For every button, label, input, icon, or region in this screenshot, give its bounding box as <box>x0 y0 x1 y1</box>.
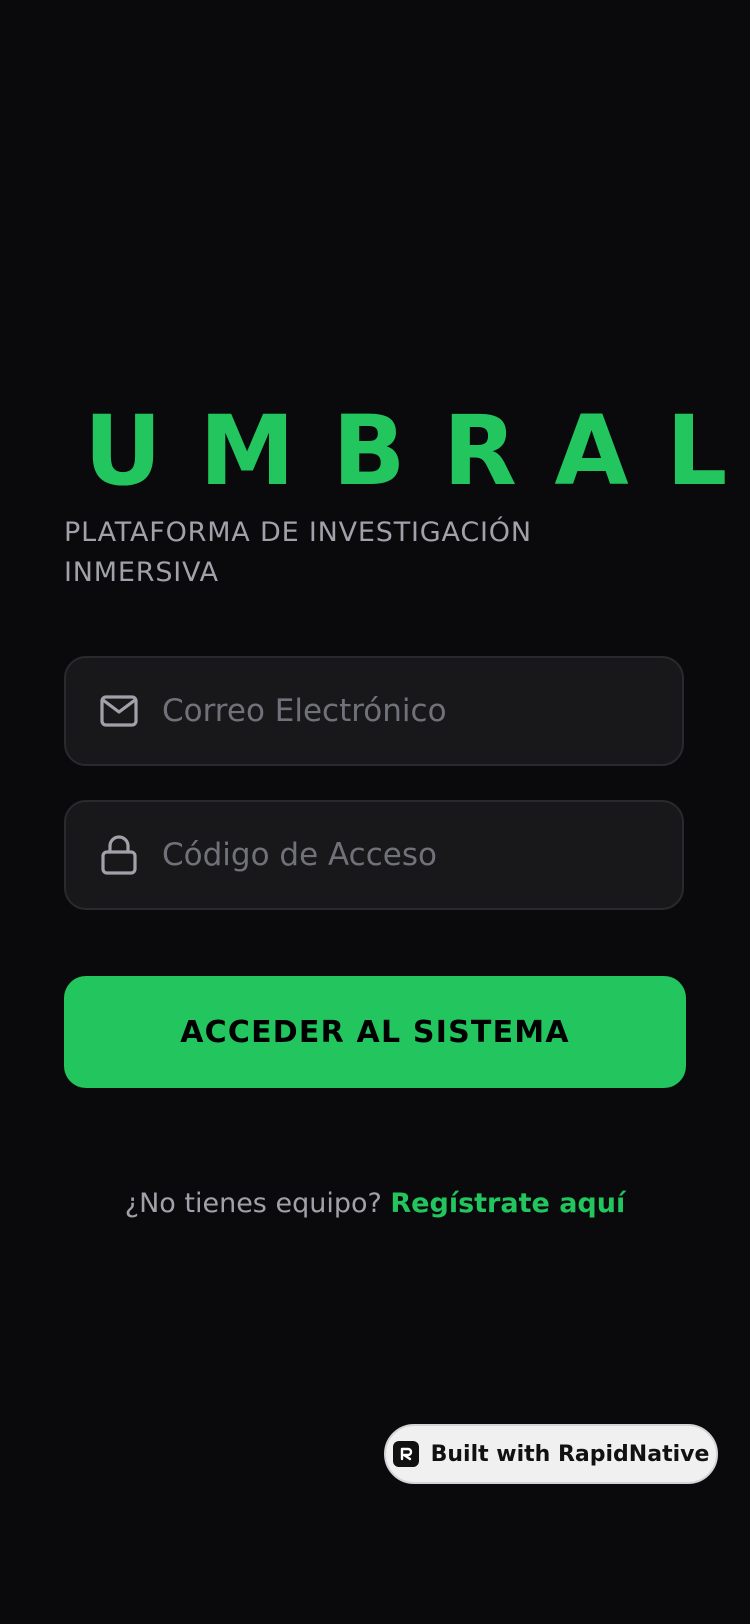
lock-icon <box>99 835 139 875</box>
access-code-field-container[interactable] <box>64 800 684 910</box>
email-field[interactable] <box>162 658 682 764</box>
email-field-container[interactable] <box>64 656 684 766</box>
access-system-button[interactable]: ACCEDER AL SISTEMA <box>64 976 686 1088</box>
register-prompt-text: ¿No tienes equipo? <box>124 1188 391 1219</box>
built-with-label: Built with RapidNative <box>430 1441 710 1467</box>
register-prompt: ¿No tienes equipo? Regístrate aquí <box>0 1184 750 1224</box>
access-code-field[interactable] <box>162 802 682 908</box>
mail-icon <box>99 691 139 731</box>
login-screen: UMBRAL PLATAFORMA DE INVESTIGACIÓN INMER… <box>0 0 750 1624</box>
app-title: UMBRAL <box>84 395 750 507</box>
register-link[interactable]: Regístrate aquí <box>390 1188 625 1219</box>
rapidnative-logo-icon <box>392 1441 419 1467</box>
built-with-badge[interactable]: Built with RapidNative <box>384 1424 718 1484</box>
app-subtitle: PLATAFORMA DE INVESTIGACIÓN INMERSIVA <box>64 517 532 588</box>
